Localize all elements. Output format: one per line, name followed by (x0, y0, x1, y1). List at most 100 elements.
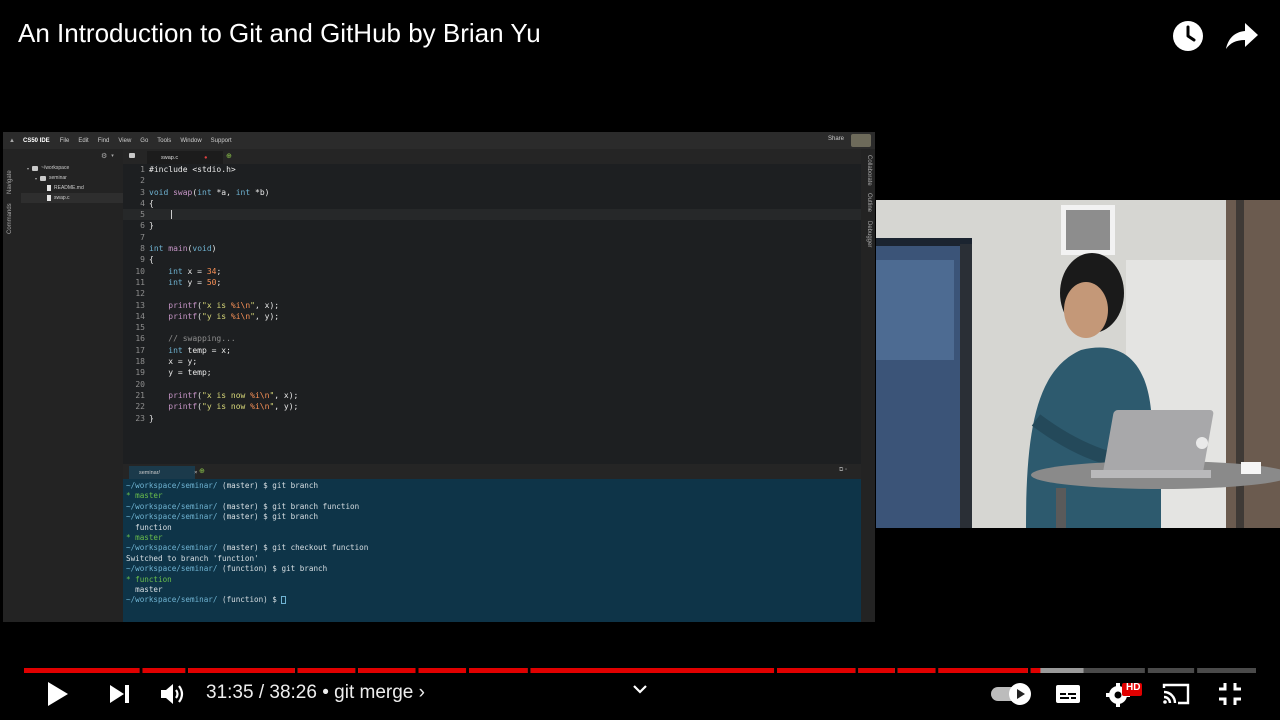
file-tree: ⚙ ▾ ▾ ~/workspace ▾ seminar README.md sw… (21, 149, 123, 622)
code-text: // swapping... (149, 334, 236, 344)
played-segment[interactable] (358, 668, 416, 673)
code-line[interactable]: 1 #include <stdio.h> (123, 164, 861, 175)
played-segment[interactable] (897, 668, 936, 673)
exit-fullscreen-button[interactable] (1212, 676, 1248, 712)
code-line[interactable]: 7 (123, 232, 861, 243)
gear-icon[interactable]: ⚙ (101, 152, 107, 160)
played-segment[interactable] (938, 668, 1028, 673)
dropdown-arrow-icon[interactable]: ▾ (111, 153, 114, 159)
close-icon[interactable]: ● (204, 155, 207, 161)
menu-edit[interactable]: Edit (78, 138, 88, 144)
ide-share-button[interactable]: Share (828, 136, 844, 142)
played-segment[interactable] (24, 668, 140, 673)
tree-item-workspace[interactable]: ▾ ~/workspace (21, 163, 123, 173)
collaborate-panel-tab[interactable]: Collaborate (866, 155, 872, 186)
captions-button[interactable] (1050, 676, 1086, 712)
chapter-segment[interactable] (1197, 668, 1256, 673)
code-line[interactable]: 18 x = y; (123, 356, 861, 367)
next-button[interactable] (102, 676, 138, 712)
menu-find[interactable]: Find (98, 138, 110, 144)
tree-item-readme[interactable]: README.md (21, 183, 123, 193)
played-segment[interactable] (297, 668, 356, 673)
played-segment[interactable] (858, 668, 895, 673)
volume-icon (161, 684, 184, 704)
code-line[interactable]: 15 (123, 322, 861, 333)
open-folder-icon[interactable] (129, 153, 135, 158)
code-line[interactable]: 22 printf("y is now %i\n", y); (123, 401, 861, 412)
chapter-segment[interactable] (1147, 668, 1195, 673)
code-line[interactable]: 2 (123, 175, 861, 186)
code-text: y = temp; (149, 368, 212, 378)
close-icon[interactable]: × (194, 470, 197, 476)
cast-button[interactable] (1158, 676, 1194, 712)
navigate-panel-tab[interactable]: Navigate (7, 170, 13, 194)
debugger-panel-tab[interactable]: Debugger (866, 221, 872, 247)
share-button[interactable] (1224, 18, 1260, 54)
code-line[interactable]: 23} (123, 413, 861, 424)
code-line[interactable]: 11 int y = 50; (123, 277, 861, 288)
collapse-arrow-icon[interactable]: ▲ (9, 138, 17, 144)
tree-item-swap[interactable]: swap.c (21, 193, 123, 203)
code-line[interactable]: 4{ (123, 198, 861, 209)
terminal-line: Switched to branch 'function' (126, 553, 259, 563)
settings-button[interactable]: HD (1104, 676, 1144, 712)
code-line[interactable]: 13 printf("x is %i\n", x); (123, 300, 861, 311)
menu-tools[interactable]: Tools (157, 138, 171, 144)
autoplay-toggle[interactable] (988, 676, 1034, 712)
new-terminal-icon[interactable]: ⊕ (199, 467, 205, 475)
code-line[interactable]: 3 void swap(int *a, int *b) (123, 187, 861, 198)
progress-bar[interactable] (24, 660, 1256, 673)
chevron-down-icon (633, 685, 647, 694)
terminal-line: * master (126, 491, 861, 501)
played-segment[interactable] (777, 668, 856, 673)
code-text: x = y; (149, 357, 198, 367)
ide-brand: CS50 IDE (23, 137, 50, 144)
tab-terminal[interactable]: seminar/ × (129, 466, 197, 479)
code-text: #include <stdio.h> (149, 165, 236, 174)
line-number: 15 (135, 323, 145, 333)
play-button[interactable] (40, 676, 76, 712)
mute-button[interactable] (154, 676, 192, 712)
chapter-chevron[interactable]: › (419, 682, 425, 703)
played-segment[interactable] (530, 668, 775, 673)
video-title[interactable]: An Introduction to Git and GitHub by Bri… (18, 18, 541, 49)
commands-panel-tab[interactable]: Commands (7, 203, 13, 234)
played-segment[interactable] (188, 668, 295, 673)
tree-item-seminar[interactable]: ▾ seminar (21, 173, 123, 183)
code-line[interactable]: 6} (123, 220, 861, 231)
tab-swap-c[interactable]: swap.c ● (147, 151, 223, 164)
played-segment[interactable] (142, 668, 186, 673)
time-current: 31:35 (206, 682, 254, 703)
menu-window[interactable]: Window (180, 138, 201, 144)
code-line[interactable]: 21 printf("x is now %i\n", x); (123, 390, 861, 401)
watch-later-button[interactable] (1170, 18, 1206, 54)
code-line[interactable]: 16 // swapping... (123, 333, 861, 344)
played-segment[interactable] (1030, 668, 1041, 673)
avatar[interactable] (851, 134, 871, 147)
code-line[interactable]: 10 int x = 34; (123, 266, 861, 277)
code-line[interactable]: 20 (123, 379, 861, 390)
played-segment[interactable] (418, 668, 467, 673)
new-tab-icon[interactable]: ⊕ (226, 152, 232, 160)
code-line[interactable]: 5 (123, 209, 861, 221)
maximize-icon[interactable]: ⧉ ▫ (839, 467, 847, 474)
code-line[interactable]: 12 (123, 288, 861, 299)
outline-panel-tab[interactable]: Outline (866, 193, 872, 212)
menu-go[interactable]: Go (140, 138, 148, 144)
code-line[interactable]: 8 int main(void) (123, 243, 861, 254)
chapter-title[interactable]: git merge (334, 682, 413, 703)
code-editor[interactable]: 1 #include <stdio.h> 2 3 void swap(int *a, i… (123, 164, 861, 464)
tab-label: swap.c (161, 154, 179, 161)
menu-file[interactable]: File (60, 138, 70, 144)
menu-view[interactable]: View (118, 138, 131, 144)
played-segment[interactable] (469, 668, 528, 673)
menu-support[interactable]: Support (211, 138, 232, 144)
expand-chevron[interactable] (626, 674, 654, 704)
progress-track[interactable] (24, 668, 1256, 673)
terminal[interactable]: ~/workspace/seminar/ (master) $ git bran… (123, 479, 861, 622)
code-line[interactable]: 17 int temp = x; (123, 345, 861, 356)
code-line[interactable]: 9{ (123, 254, 861, 265)
code-line[interactable]: 14 printf("y is %i\n", y); (123, 311, 861, 322)
code-line[interactable]: 19 y = temp; (123, 367, 861, 378)
line-number: 6 (140, 221, 145, 231)
